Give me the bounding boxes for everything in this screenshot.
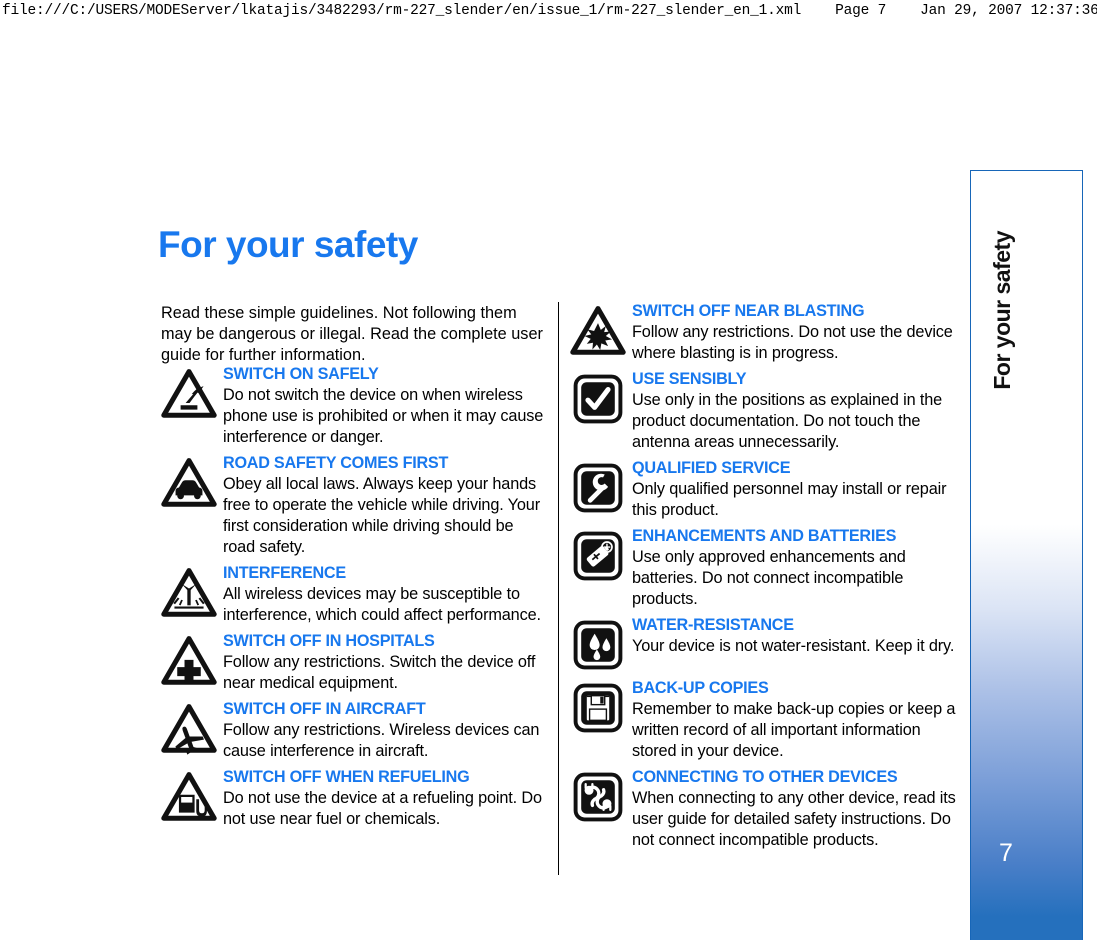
safety-entry: SWITCH OFF IN HOSPITALS Follow any restr… xyxy=(161,630,549,694)
safety-entry-text: WATER-RESISTANCE Your device is not wate… xyxy=(632,614,962,657)
safety-entry-body: Do not use the device at a refueling poi… xyxy=(223,788,542,829)
page-number: 7 xyxy=(999,839,1013,867)
safety-entry-text: QUALIFIED SERVICE Only qualified personn… xyxy=(632,457,962,521)
chapter-side-tab: For your safety 7 xyxy=(970,170,1083,940)
safety-entry: SWITCH OFF NEAR BLASTING Follow any rest… xyxy=(570,300,962,364)
safety-entry-text: ENHANCEMENTS AND BATTERIES Use only appr… xyxy=(632,525,962,610)
safety-entry-text: SWITCH OFF NEAR BLASTING Follow any rest… xyxy=(632,300,962,364)
safety-entry-heading: SWITCH OFF WHEN REFUELING xyxy=(223,768,470,787)
safety-entry-heading: USE SENSIBLY xyxy=(632,369,747,388)
safety-entry-heading: ENHANCEMENTS AND BATTERIES xyxy=(632,527,897,546)
triangle-aircraft-icon xyxy=(161,701,217,757)
safety-entry-body: Follow any restrictions. Wireless device… xyxy=(223,721,540,761)
safety-entry-body: Use only in the positions as explained i… xyxy=(632,390,943,451)
safety-entry: CONNECTING TO OTHER DEVICES When connect… xyxy=(570,766,962,851)
safety-entry-text: SWITCH ON SAFELY Do not switch the devic… xyxy=(223,363,549,448)
square-water-drops-icon xyxy=(570,617,626,673)
safety-entry-text: ROAD SAFETY COMES FIRST Obey all local l… xyxy=(223,452,549,558)
safety-entry: USE SENSIBLY Use only in the positions a… xyxy=(570,368,962,453)
intro-paragraph: Read these simple guidelines. Not follow… xyxy=(161,304,543,365)
square-battery-icon xyxy=(570,528,626,584)
safety-entry-body: Follow any restrictions. Switch the devi… xyxy=(223,653,536,693)
triangle-hospital-cross-icon xyxy=(161,633,217,689)
safety-entry-heading: SWITCH ON SAFELY xyxy=(223,365,379,383)
triangle-fuel-pump-icon xyxy=(161,769,217,825)
square-checkmark-icon xyxy=(570,371,626,427)
safety-entry-body: Use only approved enhancements and batte… xyxy=(632,547,906,609)
safety-entry-heading: SWITCH OFF IN AIRCRAFT xyxy=(223,700,426,719)
triangle-hand-switch-icon xyxy=(161,366,217,422)
square-wrench-icon xyxy=(570,460,626,516)
side-tab-label: For your safety xyxy=(989,231,1015,390)
column-divider xyxy=(558,302,559,875)
safety-entry-body: All wireless devices may be susceptible … xyxy=(223,585,541,625)
safety-entry: SWITCH OFF WHEN REFUELING Do not use the… xyxy=(161,766,549,830)
safety-entry: SWITCH ON SAFELY Do not switch the devic… xyxy=(161,363,549,448)
safety-entry-text: USE SENSIBLY Use only in the positions a… xyxy=(632,368,962,453)
safety-entry-text: SWITCH OFF IN HOSPITALS Follow any restr… xyxy=(223,630,549,694)
safety-entry: QUALIFIED SERVICE Only qualified personn… xyxy=(570,457,962,521)
safety-entry-heading: SWITCH OFF NEAR BLASTING xyxy=(632,302,865,320)
square-floppy-disk-icon xyxy=(570,680,626,736)
document-page: For your safety Read these simple guidel… xyxy=(0,0,1097,940)
safety-entry-heading: QUALIFIED SERVICE xyxy=(632,459,791,478)
safety-entry-text: BACK-UP COPIES Remember to make back-up … xyxy=(632,677,962,762)
safety-entry-heading: BACK-UP COPIES xyxy=(632,679,769,698)
triangle-car-icon xyxy=(161,455,217,511)
safety-entry: INTERFERENCE All wireless devices may be… xyxy=(161,562,549,626)
safety-entry-body: Only qualified personnel may install or … xyxy=(632,479,947,519)
page-title: For your safety xyxy=(158,224,418,265)
safety-entry-body: Your device is not water-resistant. Keep… xyxy=(632,636,955,655)
safety-entry-body: Follow any restrictions. Do not use the … xyxy=(632,322,953,362)
safety-entry-body: Remember to make back-up copies or keep … xyxy=(632,699,956,761)
safety-entry-body: Obey all local laws. Always keep your ha… xyxy=(223,474,540,557)
safety-entry: ROAD SAFETY COMES FIRST Obey all local l… xyxy=(161,452,549,558)
safety-entry-text: SWITCH OFF IN AIRCRAFT Follow any restri… xyxy=(223,698,549,762)
safety-entry-body: Do not switch the device on when wireles… xyxy=(223,385,544,446)
safety-entry-text: SWITCH OFF WHEN REFUELING Do not use the… xyxy=(223,766,549,830)
safety-entry-text: CONNECTING TO OTHER DEVICES When connect… xyxy=(632,766,962,851)
safety-entry-heading: CONNECTING TO OTHER DEVICES xyxy=(632,768,898,787)
safety-entry-heading: ROAD SAFETY COMES FIRST xyxy=(223,454,449,473)
safety-entry: SWITCH OFF IN AIRCRAFT Follow any restri… xyxy=(161,698,549,762)
safety-entry: WATER-RESISTANCE Your device is not wate… xyxy=(570,614,962,673)
square-connector-plug-icon xyxy=(570,769,626,825)
safety-entry-text: INTERFERENCE All wireless devices may be… xyxy=(223,562,549,626)
safety-entry-body: When connecting to any other device, rea… xyxy=(632,788,956,850)
safety-entry: ENHANCEMENTS AND BATTERIES Use only appr… xyxy=(570,525,962,610)
safety-column-right: SWITCH OFF NEAR BLASTING Follow any rest… xyxy=(570,300,962,856)
safety-column-left: SWITCH ON SAFELY Do not switch the devic… xyxy=(161,363,549,834)
safety-entry: BACK-UP COPIES Remember to make back-up … xyxy=(570,677,962,762)
triangle-blasting-icon xyxy=(570,303,626,359)
safety-entry-heading: SWITCH OFF IN HOSPITALS xyxy=(223,632,435,651)
triangle-interference-antenna-icon xyxy=(161,565,217,621)
safety-entry-heading: WATER-RESISTANCE xyxy=(632,616,794,635)
safety-entry-heading: INTERFERENCE xyxy=(223,564,346,583)
